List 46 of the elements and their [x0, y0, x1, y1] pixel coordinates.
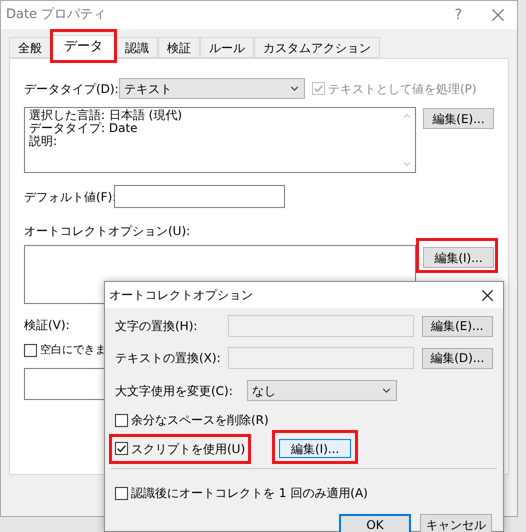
close-icon	[481, 288, 494, 302]
checkbox-label: テキストとして値を処理(P)	[328, 80, 477, 98]
checkbox[interactable]	[24, 344, 37, 357]
dialog-title: オートコレクトオプション	[109, 287, 254, 304]
field-label: 大文字使用を変更(C):	[115, 382, 234, 400]
capitalization-dropdown[interactable]: なし	[247, 380, 397, 401]
field-label: 文字の置換(H):	[115, 318, 198, 335]
checkbox-label: 認識後にオートコレクトを 1 回のみ適用(A)	[131, 485, 368, 502]
edit-button[interactable]: 編集(D)...	[422, 348, 494, 368]
field-label: データタイプ(D):	[24, 80, 119, 98]
checkbox-label: 空白にできま	[40, 342, 106, 358]
check-icon	[116, 443, 127, 454]
dropdown-value: なし	[252, 382, 276, 400]
checkbox[interactable]	[115, 414, 128, 426]
help-button[interactable]: ?	[454, 4, 462, 26]
checkbox-label: 余分なスペースを削除(R)	[131, 412, 269, 429]
edit-button[interactable]: 編集(E)...	[423, 108, 494, 129]
info-line: 説明:	[29, 135, 58, 148]
tab[interactable]: 認識	[116, 37, 158, 58]
edit-button[interactable]: 編集(I)...	[423, 247, 494, 268]
dialog-button[interactable]: キャンセル	[420, 514, 492, 532]
tab[interactable]: カスタムアクション	[254, 37, 380, 58]
scroll-down-icon	[402, 159, 412, 169]
default-value-field[interactable]	[114, 185, 285, 208]
field-label: テキストの置換(X):	[115, 350, 222, 367]
replace-field[interactable]	[228, 315, 414, 337]
check-icon	[313, 83, 324, 94]
dialog-button[interactable]: OK	[339, 514, 411, 532]
info-line: データタイプ: Date	[29, 122, 138, 135]
edit-button[interactable]: 編集(I)...	[279, 439, 352, 458]
checkbox-label: スクリプトを使用(U)	[131, 440, 246, 458]
tab[interactable]: 検証	[158, 37, 200, 58]
section-label: オートコレクトオプション(U):	[24, 223, 192, 240]
checkbox[interactable]	[115, 486, 128, 500]
tab[interactable]: データ	[51, 35, 116, 59]
tab[interactable]: ルール	[200, 37, 254, 58]
close-icon	[491, 8, 505, 22]
checkbox[interactable]	[115, 442, 128, 455]
info-line: 選択した言語: 日本語 (現代)	[29, 109, 184, 122]
window-title: Date プロパティ	[6, 6, 108, 24]
tab[interactable]: 全般	[9, 37, 51, 58]
section-label: 検証(V):	[24, 317, 70, 334]
dropdown-value: テキスト	[124, 80, 172, 98]
edit-button[interactable]: 編集(E)...	[422, 316, 494, 336]
data-type-dropdown[interactable]: テキスト	[119, 78, 305, 99]
replace-field[interactable]	[228, 347, 414, 369]
